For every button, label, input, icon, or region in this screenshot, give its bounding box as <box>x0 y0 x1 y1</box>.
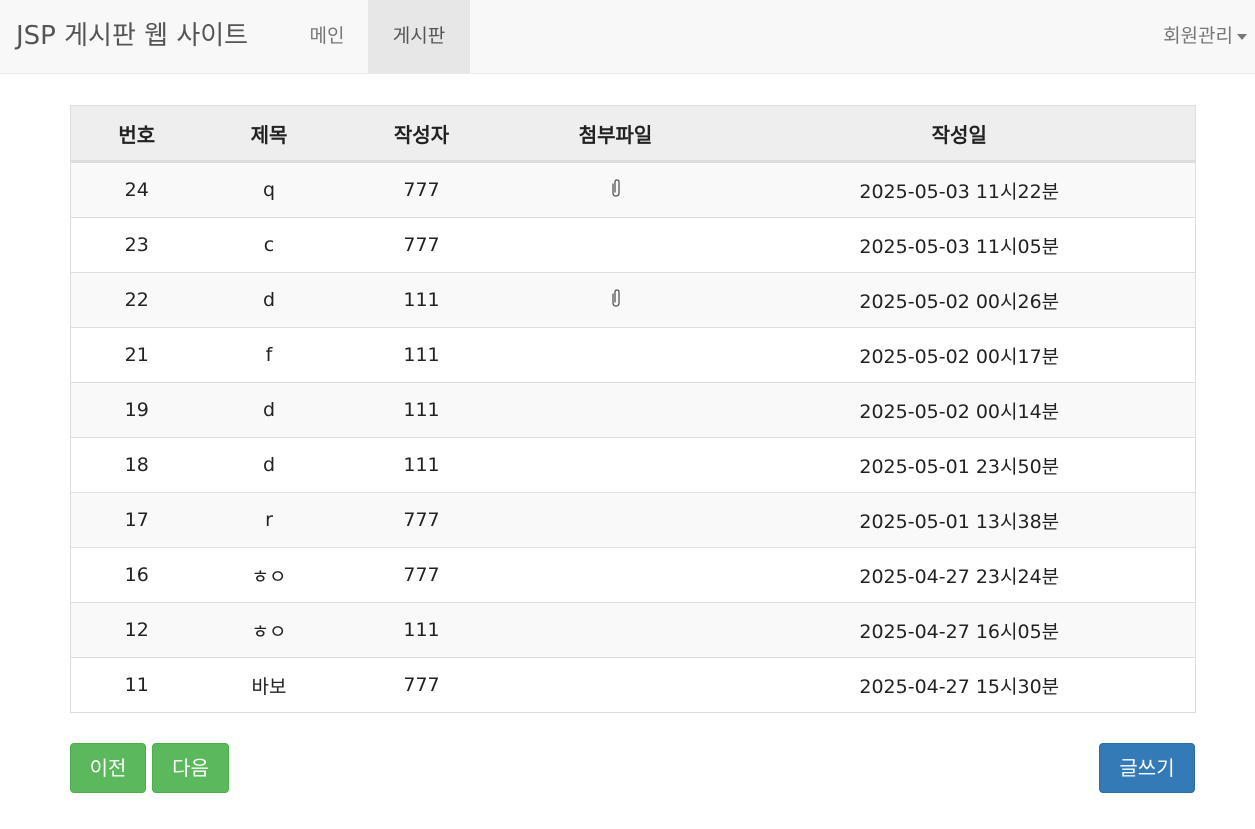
cell-title-link[interactable]: d <box>202 382 336 438</box>
cell-title-link[interactable]: q <box>202 161 336 218</box>
cell-author: 111 <box>335 327 508 383</box>
member-menu-dropdown[interactable]: 회원관리 <box>1163 0 1247 74</box>
paperclip-icon[interactable] <box>610 288 622 313</box>
board-table: 번호 제목 작성자 첨부파일 작성일 24 q 777 2025-05-03 11시2… <box>70 105 1196 713</box>
cell-author: 777 <box>335 547 508 603</box>
cell-attachment <box>507 657 724 713</box>
table-row[interactable]: 24 q 777 2025-05-03 11시22분 <box>70 161 1196 218</box>
header-number: 번호 <box>70 105 203 163</box>
nav-item-main[interactable]: 메인 <box>288 0 366 74</box>
table-row[interactable]: 23 c 777 2025-05-03 11시05분 <box>70 217 1196 273</box>
site-brand[interactable]: JSP 게시판 웹 사이트 <box>16 18 248 54</box>
cell-title-link[interactable]: ㅎㅇ <box>202 547 336 603</box>
cell-author: 777 <box>335 492 508 548</box>
cell-number: 24 <box>70 161 203 218</box>
cell-date: 2025-04-27 16시05분 <box>723 602 1196 658</box>
header-attachment: 첨부파일 <box>507 105 724 163</box>
cell-title-link[interactable]: 바보 <box>202 657 336 713</box>
cell-attachment <box>507 492 724 548</box>
cell-number: 11 <box>70 657 203 713</box>
cell-attachment <box>507 547 724 603</box>
cell-number: 17 <box>70 492 203 548</box>
table-row[interactable]: 16 ㅎㅇ 777 2025-04-27 23시24분 <box>70 547 1196 603</box>
cell-attachment <box>507 327 724 383</box>
cell-number: 18 <box>70 437 203 493</box>
prev-page-button[interactable]: 이전 <box>70 743 146 793</box>
header-title: 제목 <box>202 105 336 163</box>
table-row[interactable]: 17 r 777 2025-05-01 13시38분 <box>70 492 1196 548</box>
table-row[interactable]: 21 f 111 2025-05-02 00시17분 <box>70 327 1196 383</box>
cell-attachment <box>507 217 724 273</box>
cell-attachment <box>507 272 724 328</box>
table-row[interactable]: 19 d 111 2025-05-02 00시14분 <box>70 382 1196 438</box>
cell-author: 777 <box>335 657 508 713</box>
cell-date: 2025-05-02 00시26분 <box>723 272 1196 328</box>
cell-number: 19 <box>70 382 203 438</box>
cell-title-link[interactable]: d <box>202 437 336 493</box>
caret-down-icon <box>1237 33 1247 40</box>
cell-attachment <box>507 602 724 658</box>
cell-title-link[interactable]: ㅎㅇ <box>202 602 336 658</box>
cell-number: 21 <box>70 327 203 383</box>
header-date: 작성일 <box>723 105 1196 163</box>
table-row[interactable]: 22 d 111 2025-05-02 00시26분 <box>70 272 1196 328</box>
cell-number: 22 <box>70 272 203 328</box>
header-author: 작성자 <box>335 105 508 163</box>
cell-date: 2025-05-03 11시22분 <box>723 161 1196 218</box>
cell-date: 2025-05-02 00시17분 <box>723 327 1196 383</box>
cell-number: 16 <box>70 547 203 603</box>
board-table-body: 24 q 777 2025-05-03 11시22분 23 c 777 2025-05-03 … <box>70 161 1196 713</box>
cell-date: 2025-05-02 00시14분 <box>723 382 1196 438</box>
cell-author: 111 <box>335 602 508 658</box>
cell-date: 2025-05-01 23시50분 <box>723 437 1196 493</box>
cell-title-link[interactable]: r <box>202 492 336 548</box>
table-header-row: 번호 제목 작성자 첨부파일 작성일 <box>70 105 1196 163</box>
cell-author: 111 <box>335 382 508 438</box>
cell-title-link[interactable]: f <box>202 327 336 383</box>
cell-title-link[interactable]: d <box>202 272 336 328</box>
cell-author: 111 <box>335 272 508 328</box>
cell-date: 2025-05-03 11시05분 <box>723 217 1196 273</box>
cell-attachment <box>507 437 724 493</box>
cell-date: 2025-04-27 15시30분 <box>723 657 1196 713</box>
cell-number: 12 <box>70 602 203 658</box>
cell-title-link[interactable]: c <box>202 217 336 273</box>
cell-attachment <box>507 161 724 218</box>
cell-author: 777 <box>335 217 508 273</box>
cell-author: 111 <box>335 437 508 493</box>
top-navbar: JSP 게시판 웹 사이트 메인 게시판 회원관리 <box>0 0 1255 74</box>
cell-date: 2025-04-27 23시24분 <box>723 547 1196 603</box>
write-post-button[interactable]: 글쓰기 <box>1099 743 1195 793</box>
table-row[interactable]: 11 바보 777 2025-04-27 15시30분 <box>70 657 1196 713</box>
member-menu-label: 회원관리 <box>1163 25 1233 47</box>
nav-item-board[interactable]: 게시판 <box>368 0 470 74</box>
cell-attachment <box>507 382 724 438</box>
paperclip-icon[interactable] <box>610 178 622 203</box>
cell-number: 23 <box>70 217 203 273</box>
cell-author: 777 <box>335 161 508 218</box>
table-row[interactable]: 12 ㅎㅇ 111 2025-04-27 16시05분 <box>70 602 1196 658</box>
table-row[interactable]: 18 d 111 2025-05-01 23시50분 <box>70 437 1196 493</box>
next-page-button[interactable]: 다음 <box>152 743 229 793</box>
cell-date: 2025-05-01 13시38분 <box>723 492 1196 548</box>
